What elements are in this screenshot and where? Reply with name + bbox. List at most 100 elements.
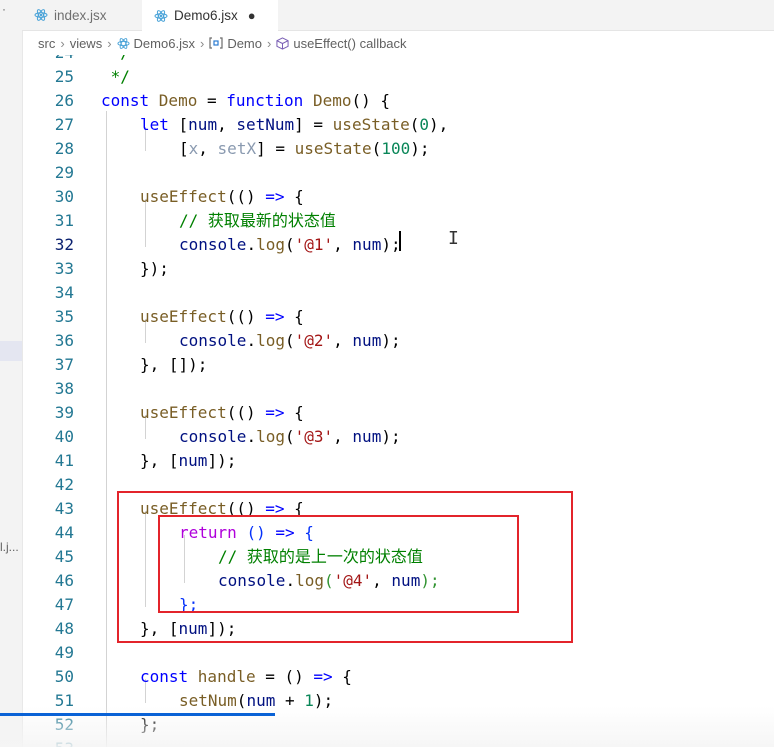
code-token: ( — [371, 139, 382, 158]
code-editor[interactable]: 24 */25 */26const Demo = function Demo()… — [22, 55, 774, 747]
line-number: 37 — [54, 355, 74, 374]
code-token: , — [198, 139, 218, 158]
code-line[interactable]: 29 — [22, 161, 774, 185]
code-line[interactable]: 30 useEffect(() => { — [22, 185, 774, 209]
line-number: 44 — [54, 523, 74, 542]
code-line[interactable]: 38 — [22, 377, 774, 401]
code-line[interactable]: 37 }, []); — [22, 353, 774, 377]
code-token: handle — [197, 667, 256, 686]
code-text: */ — [101, 65, 130, 89]
code-token: log — [256, 331, 285, 350]
code-token: { — [332, 667, 352, 686]
code-line[interactable]: 50 const handle = () => { — [22, 665, 774, 689]
code-token: }, []); — [140, 355, 208, 374]
breadcrumb-item-file[interactable]: Demo6.jsx — [134, 36, 195, 51]
code-line[interactable]: 26 const Demo = function Demo() { — [22, 89, 774, 113]
code-token: . — [246, 331, 257, 350]
code-token: . — [246, 235, 257, 254]
code-line[interactable]: 32 console.log('@1', num); — [22, 233, 774, 257]
code-token: ); — [381, 331, 401, 350]
code-line[interactable]: 31 // 获取最新的状态值 — [22, 209, 774, 233]
code-token: */ — [101, 67, 130, 86]
line-number: 46 — [54, 571, 74, 590]
line-number: 31 — [54, 211, 74, 230]
line-number: 38 — [54, 379, 74, 398]
code-line[interactable]: 40 console.log('@3', num); — [22, 425, 774, 449]
code-text: useEffect(() => { — [140, 305, 304, 329]
tab-label: Demo6.jsx — [174, 8, 238, 23]
tab-index-jsx[interactable]: index.jsx — [22, 0, 142, 30]
tab-demo6-jsx[interactable]: Demo6.jsx ● — [142, 0, 278, 31]
code-text: console.log('@1', num); — [179, 233, 401, 257]
sidebar-selected-row[interactable] — [0, 341, 22, 361]
code-token: useState — [332, 115, 410, 134]
modified-dot-icon[interactable]: ● — [248, 8, 256, 23]
line-number: 49 — [54, 643, 74, 662]
code-token: ), — [429, 115, 449, 134]
code-token: useEffect — [140, 187, 227, 206]
sidebar-dot: · — [2, 2, 6, 16]
code-token: ( — [284, 331, 295, 350]
code-text: }); — [140, 257, 169, 281]
code-line[interactable]: 34 — [22, 281, 774, 305]
code-text: */ — [101, 55, 130, 65]
code-token: setX — [217, 139, 257, 158]
code-token: () { — [351, 91, 390, 110]
code-line[interactable]: 49 — [22, 641, 774, 665]
code-token: => — [265, 307, 285, 326]
horizontal-scrollbar[interactable] — [0, 713, 275, 716]
code-token: num — [352, 427, 382, 446]
code-token: function — [226, 91, 313, 110]
breadcrumb-item-src[interactable]: src — [38, 36, 55, 51]
code-token: console — [179, 235, 247, 254]
code-line[interactable]: 24 */ — [22, 55, 774, 65]
code-text: useEffect(() => { — [140, 185, 304, 209]
activity-strip: · l.j... — [0, 0, 23, 747]
breadcrumb-item-demo[interactable]: Demo — [227, 36, 262, 51]
code-line[interactable]: 27 let [num, setNum] = useState(0), — [22, 113, 774, 137]
code-line[interactable]: 41}, [num]); — [22, 449, 774, 473]
code-token: num — [352, 331, 382, 350]
variable-symbol-icon — [209, 37, 223, 49]
line-number: 40 — [54, 427, 74, 446]
code-line[interactable]: 39 useEffect(() => { — [22, 401, 774, 425]
code-token: '@1' — [294, 235, 334, 254]
code-token: [ — [179, 139, 189, 158]
line-number: 24 — [22, 55, 74, 65]
line-number: 42 — [54, 475, 74, 494]
breadcrumb-item-callback[interactable]: useEffect() callback — [293, 36, 406, 51]
code-line[interactable]: 28 [x, setX] = useState(100); — [22, 137, 774, 161]
code-token: num — [352, 235, 382, 254]
code-line[interactable]: 33}); — [22, 257, 774, 281]
code-token: Demo — [158, 91, 198, 110]
code-token: useEffect — [140, 307, 227, 326]
code-token: '@3' — [294, 427, 334, 446]
sidebar-file-fragment[interactable]: l.j... — [0, 540, 22, 554]
code-token: const — [101, 91, 159, 110]
breadcrumb-item-views[interactable]: views — [70, 36, 103, 51]
code-line[interactable]: 25 */ — [22, 65, 774, 89]
code-token: 0 — [419, 115, 430, 134]
react-icon — [154, 9, 168, 23]
line-number: 48 — [54, 619, 74, 638]
code-token: ( — [409, 115, 420, 134]
line-number: 34 — [54, 283, 74, 302]
code-token: , — [217, 115, 237, 134]
code-token: num — [178, 451, 208, 470]
code-line[interactable]: 36 console.log('@2', num); — [22, 329, 774, 353]
code-token: useEffect — [140, 403, 227, 422]
code-token: ); — [381, 427, 401, 446]
code-token: [ — [178, 115, 189, 134]
code-token: // 获取最新的状态值 — [179, 211, 336, 230]
code-text: const handle = () => { — [140, 665, 352, 689]
chevron-right-icon: › — [107, 35, 112, 51]
line-number: 50 — [54, 667, 74, 686]
code-token: '@2' — [294, 331, 334, 350]
breadcrumb: src › views › Demo6.jsx › Demo › useEffe… — [22, 31, 774, 55]
line-number: 30 — [54, 187, 74, 206]
code-token: { — [284, 307, 304, 326]
code-text: // 获取最新的状态值 — [179, 209, 336, 233]
code-text: }, [num]); — [140, 449, 236, 473]
editor-tab-bar: index.jsx Demo6.jsx ● — [22, 0, 774, 31]
code-line[interactable]: 35 useEffect(() => { — [22, 305, 774, 329]
